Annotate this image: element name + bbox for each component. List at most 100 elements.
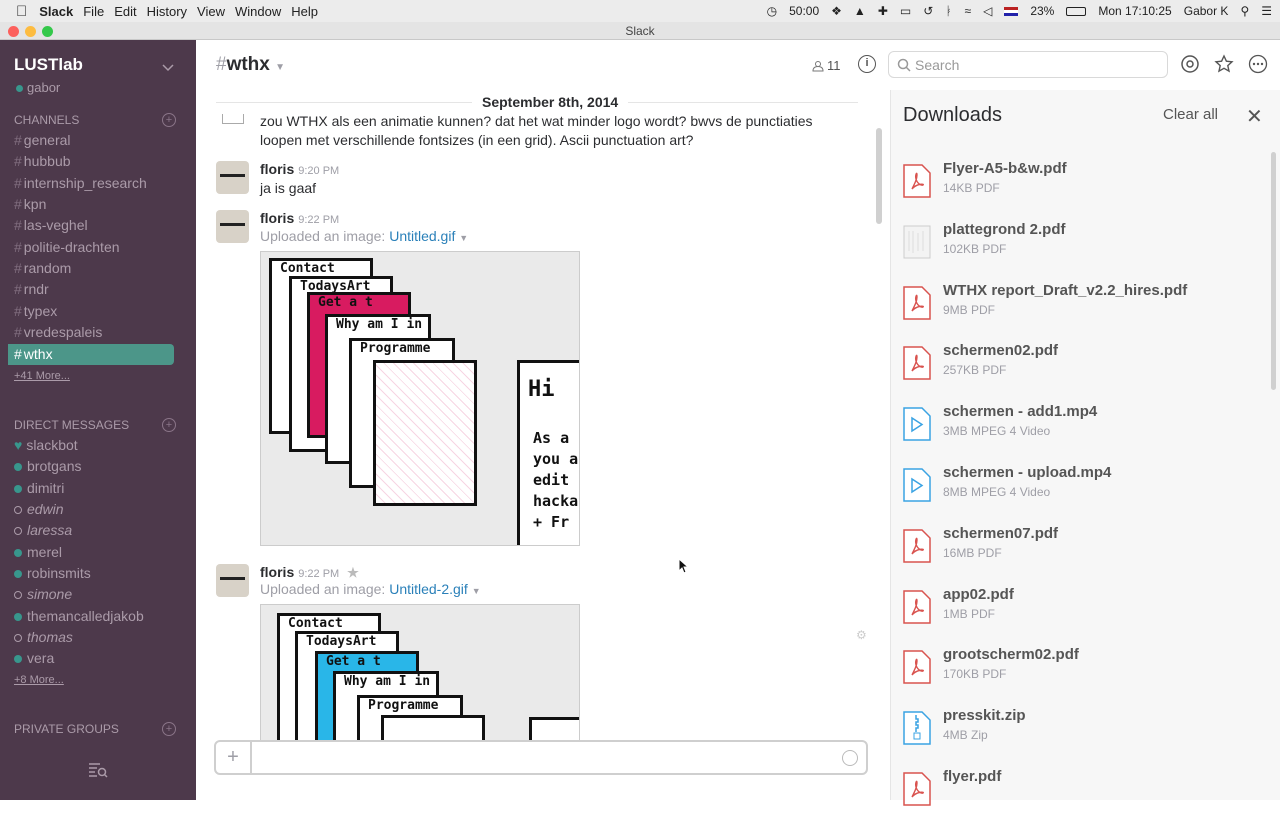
- download-name[interactable]: flyer.pdf: [943, 768, 1001, 785]
- download-item[interactable]: flyer.pdf: [903, 768, 1263, 829]
- download-item[interactable]: schermen - add1.mp4 3MB MPEG 4 Video: [903, 403, 1263, 464]
- file-link[interactable]: Untitled.gif: [389, 228, 455, 244]
- mentions-icon[interactable]: [1180, 54, 1200, 74]
- sidebar-item-kpn[interactable]: # kpn: [14, 194, 180, 215]
- author-name[interactable]: floris: [260, 161, 294, 177]
- download-name[interactable]: plattegrond 2.pdf: [943, 221, 1066, 238]
- menu-window[interactable]: Window: [235, 4, 281, 19]
- plus-app-icon[interactable]: ✚: [878, 4, 888, 18]
- panel-scrollbar[interactable]: [1271, 152, 1276, 390]
- bluetooth-icon[interactable]: ᛓ: [945, 4, 952, 18]
- download-item[interactable]: Flyer-A5-b&w.pdf 14KB PDF: [903, 160, 1263, 221]
- download-name[interactable]: schermen02.pdf: [943, 342, 1058, 359]
- chevron-down-icon[interactable]: ▼: [472, 586, 481, 596]
- dm-item-simone[interactable]: simone: [14, 584, 180, 605]
- download-item[interactable]: app02.pdf 1MB PDF: [903, 586, 1263, 647]
- battery-icon[interactable]: [1066, 6, 1087, 16]
- quick-switcher-icon[interactable]: [88, 762, 108, 778]
- emoji-icon[interactable]: [842, 750, 858, 766]
- star-icon[interactable]: ★: [347, 565, 359, 580]
- battery-timer[interactable]: 50:00: [789, 4, 819, 18]
- avatar[interactable]: [222, 114, 244, 124]
- info-icon[interactable]: i: [858, 55, 876, 73]
- sidebar-item-rndr[interactable]: # rndr: [14, 279, 180, 300]
- private-groups-header[interactable]: PRIVATE GROUPS: [14, 722, 119, 736]
- avatar[interactable]: [216, 161, 249, 194]
- member-count[interactable]: 11: [812, 58, 841, 73]
- channels-header[interactable]: CHANNELS: [14, 113, 79, 127]
- dm-item-merel[interactable]: merel: [14, 542, 180, 563]
- search-input[interactable]: Search: [888, 51, 1168, 78]
- zoom-window-button[interactable]: [42, 26, 53, 37]
- dm-item-vera[interactable]: vera: [14, 648, 180, 669]
- avatar[interactable]: [216, 210, 249, 243]
- menu-help[interactable]: Help: [291, 4, 318, 19]
- gear-icon[interactable]: ⚙: [856, 628, 868, 642]
- download-name[interactable]: schermen07.pdf: [943, 525, 1058, 542]
- dm-item-edwin[interactable]: edwin: [14, 499, 180, 520]
- time-machine-icon[interactable]: ↺: [923, 4, 933, 18]
- channels-more-link[interactable]: +41 More...: [14, 370, 70, 382]
- download-item[interactable]: schermen02.pdf 257KB PDF: [903, 342, 1263, 403]
- menu-edit[interactable]: Edit: [114, 4, 136, 19]
- image-preview[interactable]: Contact TodaysArt Get a t Why am I in Pr…: [260, 251, 580, 546]
- notification-center-icon[interactable]: ☰: [1261, 4, 1272, 18]
- sidebar-item-hubbub[interactable]: # hubbub: [14, 151, 180, 172]
- add-group-icon[interactable]: +: [162, 722, 176, 736]
- download-item[interactable]: WTHX report_Draft_v2.2_hires.pdf 9MB PDF: [903, 282, 1263, 343]
- download-item[interactable]: plattegrond 2.pdf 102KB PDF: [903, 221, 1263, 282]
- image-preview[interactable]: Contact TodaysArt Get a t Why am I in Pr…: [260, 604, 580, 740]
- volume-icon[interactable]: ◁: [983, 4, 992, 18]
- adobe-icon[interactable]: ▲: [854, 4, 866, 18]
- sidebar-item-internship-research[interactable]: # internship_research: [14, 173, 180, 194]
- clock[interactable]: Mon 17:10:25: [1098, 4, 1171, 18]
- download-item[interactable]: grootscherm02.pdf 170KB PDF: [903, 646, 1263, 707]
- wifi-icon[interactable]: ≈: [964, 4, 971, 18]
- sidebar-item-typex[interactable]: # typex: [14, 301, 180, 322]
- dropbox-icon[interactable]: ❖: [831, 4, 842, 18]
- download-item[interactable]: schermen - upload.mp4 8MB MPEG 4 Video: [903, 464, 1263, 525]
- clear-all-button[interactable]: Clear all: [1163, 106, 1218, 123]
- chevron-down-icon[interactable]: ▼: [275, 62, 285, 73]
- download-name[interactable]: schermen - upload.mp4: [943, 464, 1111, 481]
- add-dm-icon[interactable]: +: [162, 418, 176, 432]
- avatar[interactable]: [216, 564, 249, 597]
- download-name[interactable]: schermen - add1.mp4: [943, 403, 1097, 420]
- dm-item-dimitri[interactable]: dimitri: [14, 478, 180, 499]
- battery-percent[interactable]: 23%: [1030, 4, 1054, 18]
- flag-icon[interactable]: [1004, 6, 1019, 16]
- download-name[interactable]: WTHX report_Draft_v2.2_hires.pdf: [943, 282, 1187, 299]
- timestamp[interactable]: 9:20 PM: [298, 165, 339, 177]
- message-list[interactable]: zou WTHX als een animatie kunnen? dat he…: [196, 90, 872, 740]
- close-window-button[interactable]: [8, 26, 19, 37]
- minimize-window-button[interactable]: [25, 26, 36, 37]
- download-name[interactable]: grootscherm02.pdf: [943, 646, 1079, 663]
- dm-item-laressa[interactable]: laressa: [14, 520, 180, 541]
- user-menu[interactable]: Gabor K: [1184, 4, 1229, 18]
- timestamp[interactable]: 9:22 PM: [298, 568, 339, 580]
- dm-item-brotgans[interactable]: brotgans: [14, 456, 180, 477]
- direct-messages-header[interactable]: DIRECT MESSAGES: [14, 418, 129, 432]
- timestamp[interactable]: 9:22 PM: [298, 214, 339, 226]
- channel-title[interactable]: #wthx ▼: [216, 54, 285, 76]
- download-name[interactable]: Flyer-A5-b&w.pdf: [943, 160, 1067, 177]
- more-options-icon[interactable]: [1248, 54, 1268, 74]
- display-icon[interactable]: ▭: [900, 4, 911, 18]
- author-name[interactable]: floris: [260, 564, 294, 580]
- dm-item-themancalledjakob[interactable]: themancalledjakob: [14, 606, 180, 627]
- dm-item-thomas[interactable]: thomas: [14, 627, 180, 648]
- apple-icon[interactable]: : [16, 3, 27, 20]
- dm-item-robinsmits[interactable]: robinsmits: [14, 563, 180, 584]
- sidebar-item-las-veghel[interactable]: # las-veghel: [14, 215, 180, 236]
- menu-history[interactable]: History: [147, 4, 187, 19]
- download-name[interactable]: presskit.zip: [943, 707, 1026, 724]
- sidebar-item-random[interactable]: # random: [14, 258, 180, 279]
- star-icon[interactable]: [1214, 54, 1234, 74]
- current-user[interactable]: gabor: [16, 80, 60, 95]
- timer-icon[interactable]: ◷: [767, 4, 777, 18]
- add-channel-icon[interactable]: +: [162, 113, 176, 127]
- download-item[interactable]: presskit.zip 4MB Zip: [903, 707, 1263, 768]
- close-icon[interactable]: ✕: [1246, 104, 1263, 129]
- menu-file[interactable]: File: [83, 4, 104, 19]
- spotlight-icon[interactable]: ⚲: [1240, 4, 1249, 18]
